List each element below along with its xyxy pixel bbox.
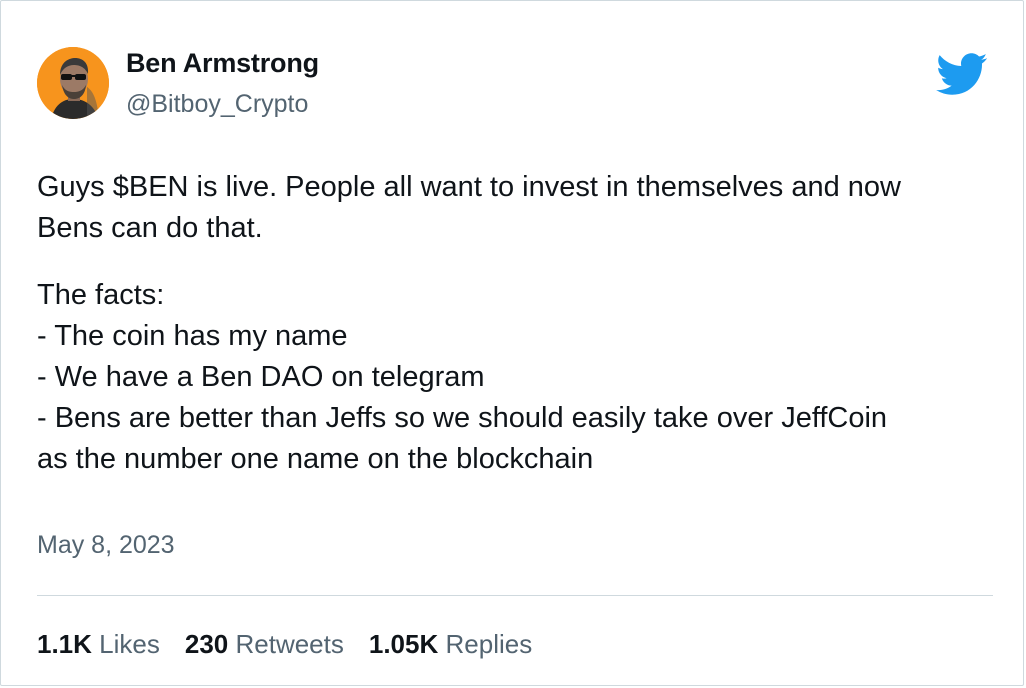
retweets-stat[interactable]: 230 Retweets (185, 627, 344, 661)
tweet-stats: 1.1K Likes 230 Retweets 1.05K Replies (37, 627, 557, 661)
fact-item: - The coin has my name (37, 320, 348, 352)
fact-item-continued: as the number one name on the blockchain (37, 443, 594, 475)
divider (37, 595, 993, 596)
author-handle[interactable]: @Bitboy_Crypto (126, 89, 319, 119)
twitter-bird-icon[interactable] (934, 51, 988, 97)
fact-item: - We have a Ben DAO on telegram (37, 361, 485, 393)
avatar[interactable] (37, 47, 109, 119)
author-names: Ben Armstrong @Bitboy_Crypto (126, 47, 319, 119)
tweet-paragraph-2: The facts: - The coin has my name - We hav… (37, 275, 997, 480)
fact-item: - Bens are better than Jeffs so we shoul… (37, 402, 888, 434)
tweet-date[interactable]: May 8, 2023 (37, 529, 175, 561)
tweet-paragraph-1: Guys $BEN is live. People all want to in… (37, 167, 997, 249)
retweets-count: 230 (184, 629, 229, 659)
retweets-label: Retweets (235, 629, 344, 659)
replies-stat[interactable]: 1.05K Replies (369, 627, 532, 661)
likes-stat[interactable]: 1.1K Likes (37, 627, 160, 661)
likes-count: 1.1K (37, 629, 92, 659)
replies-count: 1.05K (368, 629, 439, 659)
tweet-header: Ben Armstrong @Bitboy_Crypto (37, 47, 319, 119)
tweet-line: Guys $BEN is live. People all want to in… (37, 171, 901, 203)
replies-label: Replies (445, 629, 533, 659)
likes-label: Likes (99, 629, 160, 659)
facts-heading: The facts: (37, 279, 165, 311)
tweet-text: Guys $BEN is live. People all want to in… (37, 167, 997, 480)
avatar-image (37, 47, 109, 119)
tweet-line: Bens can do that. (37, 212, 263, 244)
tweet-card: Ben Armstrong @Bitboy_Crypto Guys $BEN i… (0, 0, 1024, 686)
author-display-name[interactable]: Ben Armstrong (126, 47, 319, 79)
